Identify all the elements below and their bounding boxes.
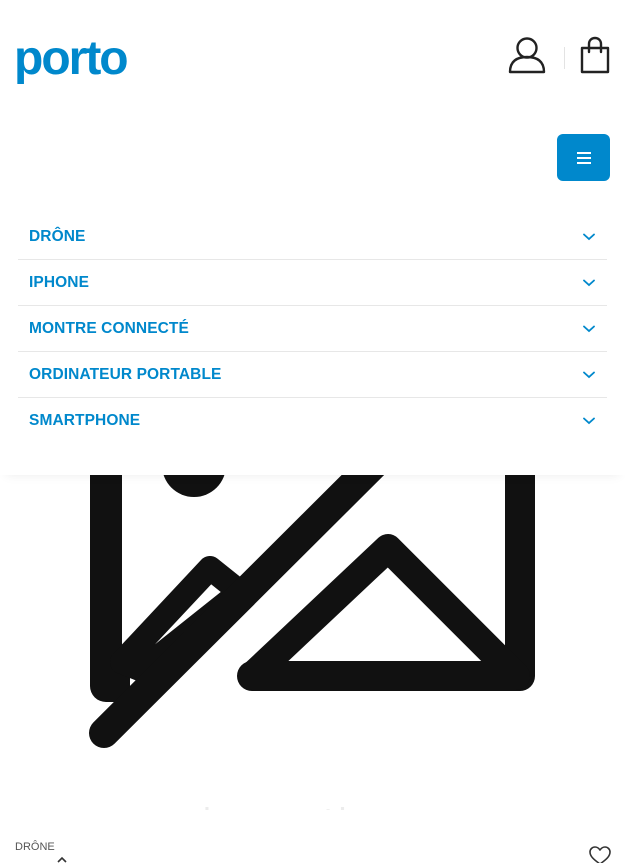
header-actions [508,36,611,79]
nav-item-ordinateur-portable[interactable]: ORDINATEUR PORTABLE [18,352,607,398]
nav-item-label: DRÔNE [29,227,86,245]
nav-item-iphone[interactable]: IPHONE [18,260,607,306]
chevron-down-icon[interactable] [583,279,595,287]
chevron-down-icon[interactable] [583,233,595,241]
category-nav-list: DRÔNE IPHONE MONTRE CONNECTÉ ORDINATEUR … [18,214,607,444]
nav-item-drone[interactable]: DRÔNE [18,214,607,260]
nav-item-label: ORDINATEUR PORTABLE [29,365,222,383]
user-icon[interactable] [508,36,546,79]
nav-item-label: MONTRE CONNECTÉ [29,319,189,337]
heart-icon[interactable] [589,846,611,863]
porto-logo[interactable]: porto [14,34,144,88]
nav-item-smartphone[interactable]: SMARTPHONE [18,398,607,444]
header-divider [564,46,565,69]
menu-toggle-button[interactable] [557,134,610,181]
chevron-down-icon[interactable] [583,417,595,425]
category-nav-panel: DRÔNE IPHONE MONTRE CONNECTÉ ORDINATEUR … [0,211,625,475]
product-category-link[interactable]: DRÔNE [15,841,55,853]
watermark: dreamstime [190,802,404,810]
hamburger-icon [576,151,591,164]
caret-up-icon [57,856,67,863]
nav-item-montre-connecte[interactable]: MONTRE CONNECTÉ [18,306,607,352]
chevron-down-icon[interactable] [583,325,595,333]
nav-item-label: SMARTPHONE [29,412,141,429]
chevron-down-icon[interactable] [583,371,595,379]
shopping-bag-icon[interactable] [579,36,611,79]
porto-logo-mark: porto [14,34,129,85]
logo-text: porto [14,34,127,85]
site-header: porto [0,0,625,120]
nav-item-label: IPHONE [29,273,90,291]
